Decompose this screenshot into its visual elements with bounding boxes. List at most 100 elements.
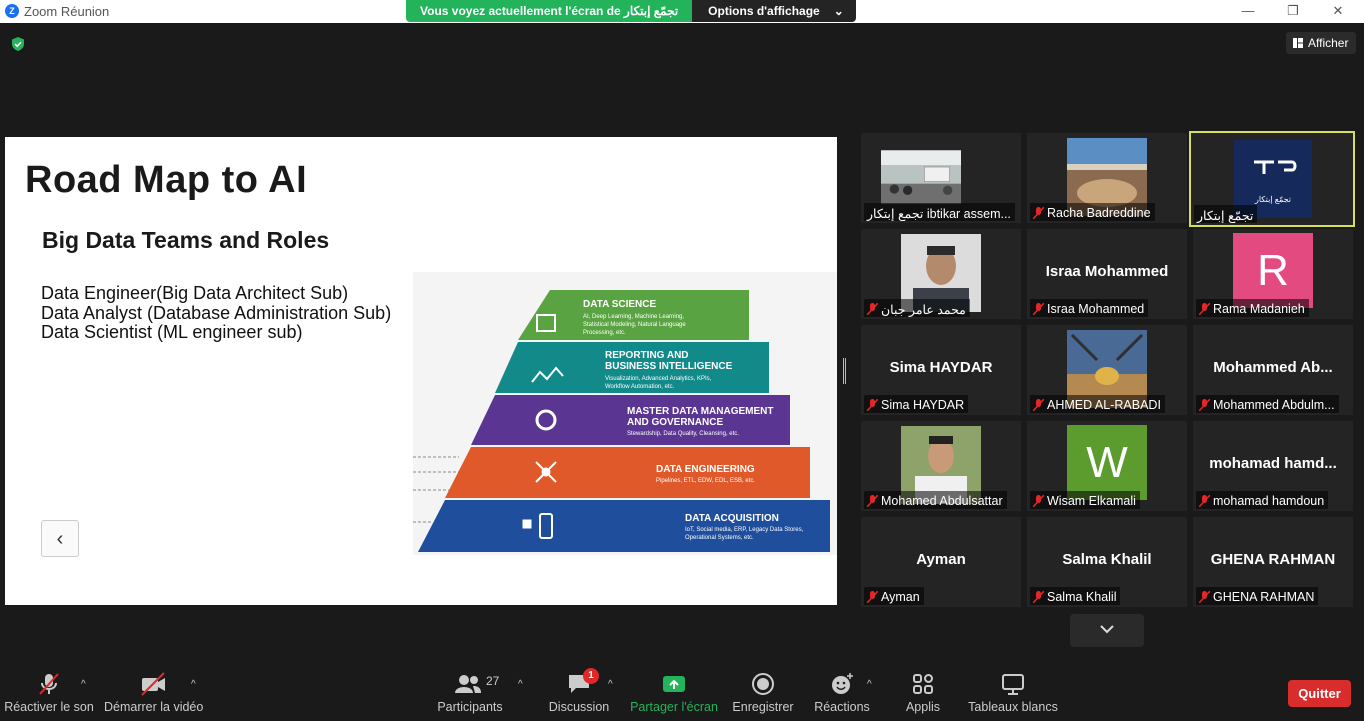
participant-name: Wisam Elkamali xyxy=(1030,491,1140,509)
reactions-button[interactable]: Réactions xyxy=(812,655,872,721)
participant-name: mohamad hamdoun xyxy=(1196,491,1329,509)
window-title: Zoom Réunion xyxy=(24,4,110,19)
participants-count: 27 xyxy=(486,674,500,688)
splitter-handle[interactable] xyxy=(843,358,846,384)
gallery-next-page-button[interactable] xyxy=(1070,614,1144,647)
mic-muted-icon xyxy=(867,591,878,603)
whiteboards-label: Tableaux blancs xyxy=(968,700,1058,714)
svg-text:DATA ACQUISITION: DATA ACQUISITION xyxy=(685,513,779,524)
participants-options-caret[interactable]: ^ xyxy=(518,679,523,690)
participant-tile[interactable]: mohamad hamd... mohamad hamdoun xyxy=(1193,421,1353,511)
participant-name: AHMED AL-RABADI xyxy=(1030,395,1165,413)
participant-tile[interactable]: تجمع إبتكار ibtikar assem... xyxy=(861,133,1021,223)
mic-muted-icon xyxy=(1033,303,1044,315)
participant-avatar-letter: R xyxy=(1233,233,1313,308)
mic-muted-icon xyxy=(1199,303,1210,315)
participants-icon xyxy=(455,675,481,693)
whiteboards-button[interactable]: Tableaux blancs xyxy=(966,655,1060,721)
participant-display-name: Mohammed Ab... xyxy=(1213,359,1333,376)
participant-name: Mohamed Abdulsattar xyxy=(864,491,1007,509)
whiteboard-icon xyxy=(1002,674,1024,695)
leave-meeting-button[interactable]: Quitter xyxy=(1288,680,1351,707)
data-pyramid-diagram: DATA SCIENCE AI, Deep Learning, Machine … xyxy=(413,272,837,555)
meeting-toolbar: Réactiver le son ^ Démarrer la vidéo ^ P… xyxy=(0,655,1364,721)
video-options-caret[interactable]: ^ xyxy=(191,679,196,690)
participant-tile[interactable]: محمد عامر جبان xyxy=(861,229,1021,319)
svg-text:MASTER DATA MANAGEMENT: MASTER DATA MANAGEMENT xyxy=(627,406,773,417)
pyramid-layer-data-engineering xyxy=(445,447,810,498)
mic-muted-icon xyxy=(39,673,59,695)
participant-name: تجمّع إبتكار xyxy=(1194,205,1258,223)
participant-tile[interactable]: GHENA RAHMAN GHENA RAHMAN xyxy=(1193,517,1353,607)
participant-tile[interactable]: Israa Mohammed Israa Mohammed xyxy=(1027,229,1187,319)
slide-subtitle: Big Data Teams and Roles xyxy=(42,227,330,253)
mic-muted-icon xyxy=(1199,399,1210,411)
participant-tile[interactable]: Ayman Ayman xyxy=(861,517,1021,607)
record-button[interactable]: Enregistrer xyxy=(730,655,796,721)
svg-text:Processing, etc.: Processing, etc. xyxy=(583,330,626,336)
participant-tile[interactable]: Racha Badreddine xyxy=(1027,133,1187,223)
chat-label: Discussion xyxy=(548,700,610,714)
pyramid-layer-data-acquisition xyxy=(418,500,830,552)
chat-button[interactable]: Discussion xyxy=(546,655,612,721)
mic-muted-icon xyxy=(867,399,878,411)
start-video-label: Démarrer la vidéo xyxy=(104,700,204,714)
svg-text:Stewardship, Data Quality, Cle: Stewardship, Data Quality, Cleansing, et… xyxy=(627,431,739,437)
mic-muted-icon xyxy=(1199,495,1210,507)
apps-button[interactable]: Applis xyxy=(898,655,948,721)
maximize-button[interactable]: ❐ xyxy=(1278,2,1308,20)
mic-muted-icon xyxy=(1033,495,1044,507)
svg-text:Visualization, Advanced Analyt: Visualization, Advanced Analytics, KPIs, xyxy=(605,376,712,382)
view-button[interactable]: Afficher xyxy=(1286,32,1356,54)
participant-display-name: Salma Khalil xyxy=(1062,551,1152,568)
chat-options-caret[interactable]: ^ xyxy=(608,679,613,690)
svg-text:IoT, Social media, ERP, Legacy: IoT, Social media, ERP, Legacy Data Stor… xyxy=(685,527,804,533)
shared-screen: Road Map to AI Big Data Teams and Roles … xyxy=(5,137,837,605)
view-grid-icon xyxy=(1293,38,1303,48)
svg-text:Operational Systems, etc.: Operational Systems, etc. xyxy=(685,535,754,541)
svg-text:AND GOVERNANCE: AND GOVERNANCE xyxy=(627,417,723,428)
mic-muted-icon xyxy=(1199,591,1210,603)
security-shield-icon[interactable] xyxy=(10,36,26,52)
close-button[interactable]: ✕ xyxy=(1323,2,1353,20)
reactions-label: Réactions xyxy=(814,700,870,714)
participant-tile[interactable]: R Rama Madanieh xyxy=(1193,229,1353,319)
minimize-button[interactable]: — xyxy=(1233,2,1263,20)
smiley-icon xyxy=(832,673,853,694)
record-label: Enregistrer xyxy=(732,700,794,714)
svg-text:REPORTING AND: REPORTING AND xyxy=(605,350,689,361)
mic-muted-icon xyxy=(867,495,878,507)
participant-tile[interactable]: Mohammed Ab... Mohammed Abdulm... xyxy=(1193,325,1353,415)
view-options-label: Options d'affichage xyxy=(708,4,820,18)
participant-name: Ayman xyxy=(864,587,924,605)
zoom-logo-icon: Z xyxy=(5,4,19,18)
view-options-button[interactable]: Options d'affichage ⌄ xyxy=(692,0,856,22)
participant-tile[interactable]: Salma Khalil Salma Khalil xyxy=(1027,517,1187,607)
participant-tile-active-speaker[interactable]: تجمّع إبتكار تجمّع إبتكار xyxy=(1189,131,1355,227)
participant-tile[interactable]: AHMED AL-RABADI xyxy=(1027,325,1187,415)
mic-muted-icon xyxy=(1033,591,1044,603)
participants-button[interactable]: Participants xyxy=(436,655,504,721)
apps-label: Applis xyxy=(905,700,941,714)
participant-name: تجمع إبتكار ibtikar assem... xyxy=(864,203,1015,221)
participants-label: Participants xyxy=(437,700,503,714)
audio-options-caret[interactable]: ^ xyxy=(81,679,86,690)
share-screen-button[interactable]: Partager l'écran xyxy=(630,655,718,721)
role-item: Data Engineer(Big Data Architect Sub) xyxy=(41,283,349,303)
role-item: Data Scientist (ML engineer sub) xyxy=(41,322,303,342)
participant-display-name: Ayman xyxy=(916,551,966,568)
svg-text:DATA ENGINEERING: DATA ENGINEERING xyxy=(656,464,755,475)
reactions-options-caret[interactable]: ^ xyxy=(867,679,872,690)
start-video-button[interactable]: Démarrer la vidéo xyxy=(104,655,204,721)
participant-tile[interactable]: W Wisam Elkamali xyxy=(1027,421,1187,511)
participant-avatar-letter: W xyxy=(1067,425,1147,500)
participant-name: Salma Khalil xyxy=(1030,587,1121,605)
slide-roles-list: Data Engineer(Big Data Architect Sub) Da… xyxy=(41,283,391,343)
share-banner: Vous voyez actuellement l'écran de تجمّع… xyxy=(406,0,856,22)
participant-tile[interactable]: Mohamed Abdulsattar xyxy=(861,421,1021,511)
slide-prev-button[interactable]: ‹ xyxy=(41,520,79,557)
layer-desc: AI, Deep Learning, Machine Learning, xyxy=(583,314,684,320)
participant-tile[interactable]: Sima HAYDAR Sima HAYDAR xyxy=(861,325,1021,415)
slide-title: Road Map to AI xyxy=(25,159,308,201)
chevron-down-icon: ⌄ xyxy=(833,4,844,18)
